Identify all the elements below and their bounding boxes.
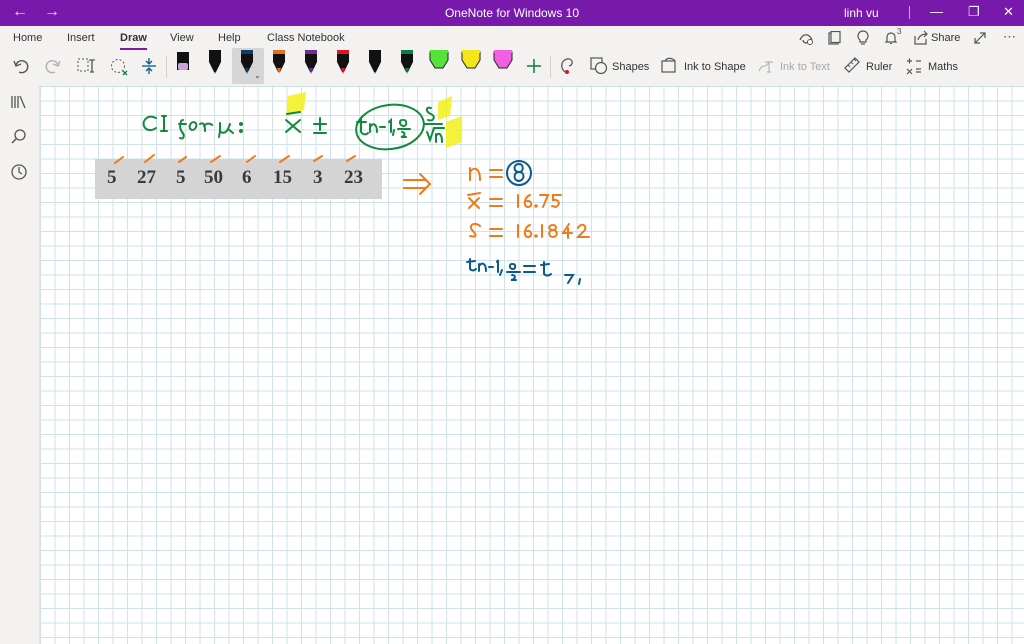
xbar-line-ink: [467, 192, 562, 209]
ink-layer: [114, 92, 590, 285]
highlight-stroke: [446, 116, 462, 148]
highlight-stroke: [438, 96, 452, 120]
s-line-ink: [469, 222, 590, 239]
implies-arrow-ink: [403, 173, 432, 195]
tick-marks-ink: [114, 154, 356, 164]
t-critical-ink: [466, 258, 581, 285]
n-equals-8-ink: [469, 160, 532, 186]
